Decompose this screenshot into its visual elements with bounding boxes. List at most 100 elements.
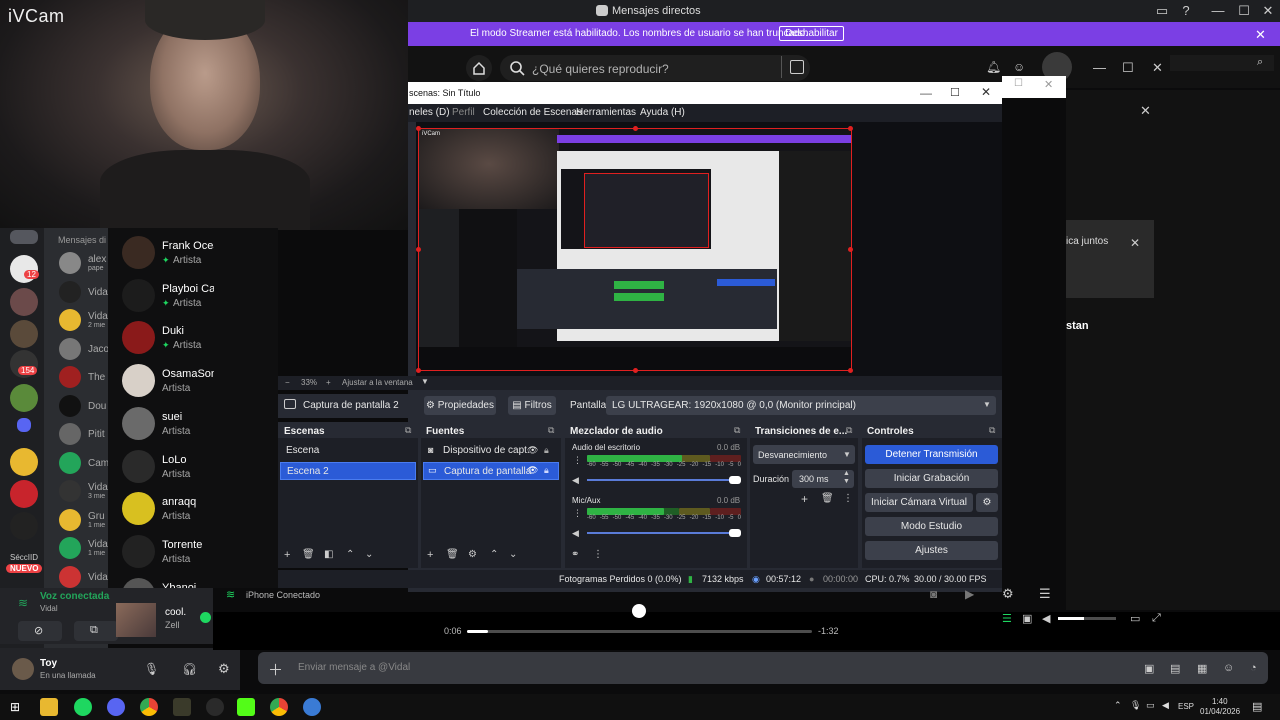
obs-close-icon[interactable]: ✕ xyxy=(981,85,991,99)
dock-popout-icon[interactable]: ⧉ xyxy=(846,425,852,436)
transition-menu-icon[interactable]: ⋮ xyxy=(843,493,853,504)
add-transition-icon[interactable]: + xyxy=(801,492,808,506)
tray-network-icon[interactable]: ▭ xyxy=(1146,700,1155,711)
dm-avatar[interactable] xyxy=(59,480,81,502)
right-pane-close-icon[interactable]: ✕ xyxy=(1140,103,1151,119)
dock-popout-icon[interactable]: ⧉ xyxy=(734,425,740,436)
fullscreen-icon[interactable]: ⤢ xyxy=(1152,612,1161,625)
obs-menu-item[interactable]: neles (D) xyxy=(409,107,450,118)
artist-name[interactable]: LoLo xyxy=(162,454,214,466)
home-button[interactable] xyxy=(466,55,492,81)
volume-slider[interactable] xyxy=(587,532,741,534)
gif-icon[interactable]: ▤ xyxy=(1170,662,1180,675)
move-down-icon[interactable]: ⌄ xyxy=(509,549,517,560)
right-card-close-icon[interactable]: ✕ xyxy=(1130,236,1140,250)
dock-popout-icon[interactable]: ⧉ xyxy=(405,425,411,436)
volume-icon[interactable]: ◀ xyxy=(1042,612,1050,625)
mixer-menu-icon[interactable]: ⋮ xyxy=(573,455,582,466)
resize-handle[interactable] xyxy=(848,247,853,252)
resize-handle[interactable] xyxy=(416,247,421,252)
user-avatar[interactable] xyxy=(12,658,34,680)
obs-maximize-icon[interactable]: ☐ xyxy=(950,86,960,99)
menu-icon[interactable]: ☰ xyxy=(1039,586,1051,602)
stop-streaming-button[interactable]: Detener Transmisión xyxy=(865,445,998,464)
dock-popout-icon[interactable]: ⧉ xyxy=(548,425,554,436)
dm-name[interactable]: Vida xyxy=(88,572,108,583)
dm-avatar[interactable] xyxy=(59,366,81,388)
fit-window-label[interactable]: Ajustar a la ventana xyxy=(342,378,413,387)
guild-icon[interactable] xyxy=(10,288,38,316)
tray-language[interactable]: ESP xyxy=(1178,702,1194,711)
dm-avatar[interactable] xyxy=(59,252,81,274)
remove-transition-icon[interactable]: 🗑︎ xyxy=(821,493,834,504)
dm-name[interactable]: The xyxy=(88,372,108,383)
guild-icon[interactable] xyxy=(17,418,31,432)
disable-streamer-button[interactable]: Deshabilitar xyxy=(779,26,844,41)
resize-handle[interactable] xyxy=(416,126,421,131)
filters-button[interactable]: ▤ Filtros xyxy=(508,396,556,415)
chrome-icon[interactable] xyxy=(270,698,288,716)
browse-icon[interactable] xyxy=(790,60,804,74)
add-source-icon[interactable]: + xyxy=(427,549,433,561)
lock-icon[interactable]: 🔒︎ xyxy=(544,465,549,476)
move-down-icon[interactable]: ⌄ xyxy=(365,549,373,560)
resize-handle[interactable] xyxy=(633,368,638,373)
banner-close-icon[interactable]: ✕ xyxy=(1255,27,1266,43)
source-item-selected[interactable]: Captura de pantalla xyxy=(423,462,559,480)
volume-icon[interactable]: ◀ xyxy=(572,475,579,486)
volume-slider-thumb[interactable] xyxy=(729,529,741,537)
remove-scene-icon[interactable]: 🗑︎ xyxy=(302,549,315,560)
headphones-icon[interactable]: 🎧︎ xyxy=(182,662,197,676)
track-title[interactable]: cool. xyxy=(165,607,186,618)
artist-avatar[interactable] xyxy=(122,236,155,269)
connect-icon[interactable]: ▣ xyxy=(1022,612,1032,625)
sticker-icon[interactable]: ▦ xyxy=(1197,662,1207,675)
dm-name[interactable]: Vida xyxy=(88,539,108,550)
source-item[interactable]: Dispositivo de capt. xyxy=(423,442,559,460)
obs-menu-item[interactable]: Perfil xyxy=(452,107,475,118)
scene-item[interactable]: Escena xyxy=(280,442,416,460)
dm-avatar[interactable] xyxy=(59,451,81,474)
add-attachment-icon[interactable]: ＋ xyxy=(268,659,283,680)
apps-icon[interactable]: ◔ xyxy=(1250,662,1257,674)
side-search-icon[interactable]: ⌕ xyxy=(1257,56,1263,69)
obs-minimize-icon[interactable]: — xyxy=(920,86,932,100)
kick-icon[interactable] xyxy=(237,698,255,716)
artist-name[interactable]: Duki xyxy=(162,325,214,337)
dm-name[interactable]: Vida xyxy=(88,287,108,298)
dm-name[interactable]: Dou xyxy=(88,401,108,412)
dm-name[interactable]: Cam xyxy=(88,458,108,469)
close-icon[interactable]: ✕ xyxy=(1044,78,1053,91)
studio-mode-button[interactable]: Modo Estudio xyxy=(865,517,998,536)
tray-mic-icon[interactable]: 🎙︎ xyxy=(1130,700,1141,711)
artist-avatar[interactable] xyxy=(122,406,155,440)
maximize-icon[interactable]: ☐ xyxy=(1236,3,1252,19)
dm-avatar[interactable] xyxy=(59,309,81,331)
ivcam-icon[interactable] xyxy=(303,698,321,716)
resize-handle[interactable] xyxy=(416,368,421,373)
properties-button[interactable]: ⚙ Propiedades xyxy=(424,396,496,415)
dock-popout-icon[interactable]: ⧉ xyxy=(989,425,995,436)
artist-avatar[interactable] xyxy=(122,278,155,312)
artist-name[interactable]: Playboi Carti xyxy=(162,283,214,295)
liked-icon[interactable] xyxy=(200,612,211,623)
lock-icon[interactable]: 🔒︎ xyxy=(544,445,549,456)
artist-name[interactable]: suei xyxy=(162,411,214,423)
emoji-icon[interactable]: ☺ xyxy=(1223,662,1234,674)
guild-icon[interactable] xyxy=(10,480,38,508)
artist-name[interactable]: anraqq xyxy=(162,496,214,508)
artist-avatar[interactable] xyxy=(122,492,155,526)
scene-filter-icon[interactable]: ◧ xyxy=(324,549,333,560)
camera-icon[interactable]: ◙ xyxy=(930,587,937,601)
mixer-menu-icon[interactable]: ⋮ xyxy=(593,549,603,560)
windows-start-icon[interactable]: ⊞ xyxy=(10,700,20,714)
source-settings-icon[interactable]: ⚙ xyxy=(468,549,477,560)
add-scene-icon[interactable]: + xyxy=(284,549,290,561)
album-art[interactable] xyxy=(116,603,156,637)
miniplayer-icon[interactable]: ▭ xyxy=(1130,612,1140,625)
friends-icon[interactable]: ☺ xyxy=(1013,60,1025,74)
settings-icon[interactable]: ⚙ xyxy=(218,661,230,677)
preview-canvas[interactable]: iVCam xyxy=(418,128,852,371)
resize-handle[interactable] xyxy=(848,368,853,373)
start-recording-button[interactable]: Iniciar Grabación xyxy=(865,469,998,488)
